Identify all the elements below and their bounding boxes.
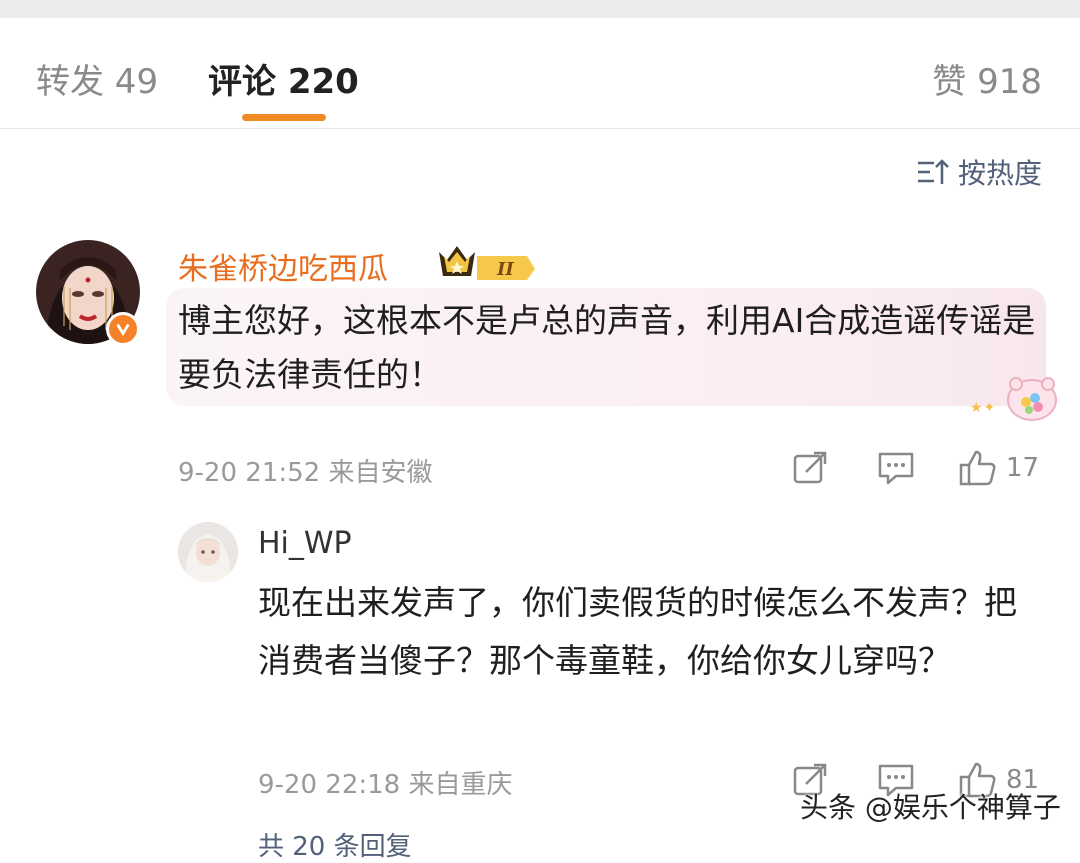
vip-crown-badge-icon: II — [437, 242, 537, 282]
comment-username[interactable]: 朱雀桥边吃西瓜 — [178, 244, 388, 288]
tab-bar: 转发 49 评论 220 赞 918 — [0, 18, 1080, 129]
reply-avatar[interactable] — [178, 522, 238, 582]
watermark: 头条 @娱乐个神算子 — [800, 791, 1061, 824]
top-strip — [0, 0, 1080, 18]
reply-text: 现在出来发声了，你们卖假货的时候怎么不发声？把消费者当傻子？那个毒童鞋，你给你女… — [258, 583, 1017, 680]
sort-label: 按热度 — [957, 157, 1042, 190]
thumbs-up-icon — [959, 450, 996, 486]
comment-icon — [878, 452, 914, 485]
like-count: 17 — [1006, 453, 1040, 483]
share-button[interactable] — [790, 448, 830, 488]
reply-username[interactable]: Hi_WP — [258, 526, 352, 561]
verified-badge-icon — [106, 312, 140, 346]
tab-like[interactable]: 赞 918 — [932, 54, 1042, 103]
active-tab-indicator — [242, 114, 326, 121]
level-badge-text: II — [496, 259, 514, 280]
sparkle-stars-icon: ★✦ — [970, 400, 997, 416]
reply-avatar-image — [178, 522, 238, 582]
reply-meta: 9-20 22:18 来自重庆 — [258, 770, 513, 800]
comment-meta: 9-20 21:52 来自安徽 — [178, 458, 433, 488]
sort-button[interactable]: 按热度 — [916, 152, 1042, 192]
share-icon — [793, 451, 827, 484]
reply-button[interactable] — [876, 448, 916, 488]
like-button[interactable]: 17 — [958, 448, 1039, 488]
tab-comment[interactable]: 评论 220 — [208, 54, 359, 103]
more-replies-link[interactable]: 共 20 条回复 — [258, 826, 412, 863]
bubble-sticker-icon — [1004, 372, 1060, 424]
sort-icon — [917, 159, 949, 184]
tab-repost[interactable]: 转发 49 — [36, 54, 158, 103]
comment-text: 博主您好，这根本不是卢总的声音，利用AI合成造谣传谣是要负法律责任的！ — [178, 301, 1036, 394]
